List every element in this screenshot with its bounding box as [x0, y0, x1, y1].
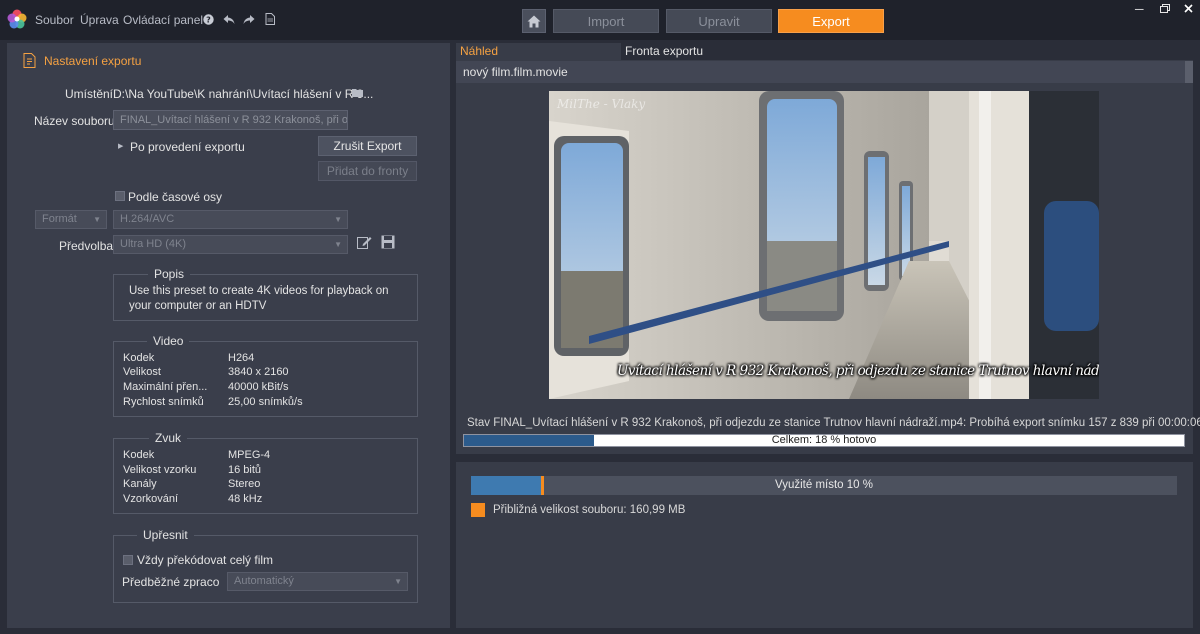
audio-channels-value: Stereo — [228, 478, 261, 490]
disk-space-bar: Využité místo 10 % — [471, 476, 1177, 495]
description-title: Popis — [148, 267, 191, 281]
disk-space-label: Využité místo 10 % — [774, 479, 873, 491]
audio-samplerate-label: Vzorkování — [123, 493, 179, 505]
app-logo-icon — [7, 9, 27, 29]
video-frame-image — [549, 91, 1099, 399]
prerender-label: Předběžné zpraco — [122, 575, 220, 589]
expand-arrow-icon[interactable]: ▶ — [118, 142, 123, 150]
video-framerate-label: Rychlost snímků — [123, 396, 204, 408]
format-select[interactable]: Formát ▼ — [35, 210, 107, 229]
refine-group — [113, 535, 418, 603]
tab-export[interactable]: Export — [778, 9, 884, 33]
export-progress-label: Celkem: 18 % hotovo — [771, 434, 877, 446]
description-text: Use this preset to create 4K videos for … — [129, 285, 389, 312]
menu-edit[interactable]: Úprava — [80, 13, 119, 27]
cancel-export-button[interactable]: Zrušit Export — [318, 136, 417, 156]
audio-codec-value: MPEG-4 — [228, 449, 271, 461]
video-bitrate-value: 40000 kBit/s — [228, 381, 289, 393]
export-settings-icon — [23, 53, 36, 68]
location-value: D:\Na YouTube\K nahrání\Uvítací hlášení … — [113, 87, 374, 101]
document-icon[interactable] — [265, 13, 275, 25]
chevron-down-icon: ▼ — [93, 215, 101, 224]
minimize-icon[interactable]: ─ — [1135, 2, 1144, 16]
video-codec-value: H264 — [228, 352, 255, 364]
prerender-select[interactable]: Automatický ▼ — [227, 572, 408, 591]
preview-panel: Náhled Fronta exportu nový film.film.mov… — [456, 43, 1200, 454]
tab-import[interactable]: Import — [553, 9, 659, 33]
tab-export-queue[interactable]: Fronta exportu — [621, 43, 1193, 60]
audio-channels-label: Kanály — [123, 478, 157, 490]
home-icon — [527, 15, 541, 27]
reencode-label: Vždy překódovat celý film — [137, 553, 274, 567]
preset-select[interactable]: Ultra HD (4K) ▼ — [113, 235, 348, 254]
format-select-value: Formát — [42, 213, 77, 225]
project-name: nový film.film.movie — [456, 61, 1193, 83]
chevron-down-icon: ▼ — [334, 215, 342, 224]
video-caption: Uvítací hlášení v R 932 Krakonoš, při od… — [617, 363, 1099, 379]
audio-codec-label: Kodek — [123, 449, 155, 461]
estimate-size-label: Přibližná velikost souboru: 160,99 MB — [493, 504, 686, 516]
video-size-value: 3840 x 2160 — [228, 366, 289, 378]
codec-select-value: H.264/AVC — [120, 213, 175, 225]
chevron-down-icon: ▼ — [334, 240, 342, 249]
home-button[interactable] — [522, 9, 546, 33]
video-codec-label: Kodek — [123, 352, 155, 364]
preset-label: Předvolba — [59, 239, 114, 253]
add-to-queue-button[interactable]: Přidat do fronty — [318, 161, 417, 181]
undo-icon[interactable] — [223, 14, 235, 25]
estimate-legend-swatch — [471, 503, 485, 517]
svg-text:?: ? — [206, 16, 211, 25]
disk-space-panel: Využité místo 10 % Přibližná velikost so… — [456, 462, 1193, 628]
audio-sample-size-value: 16 bitů — [228, 464, 262, 476]
export-progress-bar: Celkem: 18 % hotovo — [463, 434, 1185, 447]
chevron-down-icon: ▼ — [394, 577, 402, 586]
video-size-label: Velikost — [123, 366, 161, 378]
filename-label: Název souboru — [34, 114, 115, 128]
audio-samplerate-value: 48 kHz — [228, 493, 263, 505]
watermark-text: MilThe - Vlaky — [557, 97, 646, 111]
video-bitrate-label: Maximální přen... — [123, 381, 208, 393]
export-settings-title: Nastavení exportu — [44, 54, 142, 68]
title-bar: Soubor Úprava Ovládací panel ? Import Up… — [0, 0, 1200, 40]
tab-edit[interactable]: Upravit — [666, 9, 772, 33]
preset-select-value: Ultra HD (4K) — [120, 238, 187, 250]
filename-input[interactable]: FINAL_Uvítací hlášení v R 932 Krakonoš, … — [113, 110, 348, 130]
redo-icon[interactable] — [243, 14, 255, 25]
help-icon[interactable]: ? — [203, 14, 214, 25]
folder-icon[interactable] — [352, 88, 363, 97]
timeline-checkbox[interactable] — [115, 191, 125, 201]
scrollbar[interactable] — [1185, 61, 1193, 83]
menu-control-panel[interactable]: Ovládací panel — [123, 13, 203, 27]
refine-title: Upřesnit — [137, 528, 194, 542]
audio-sample-size-label: Velikost vzorku — [123, 464, 197, 476]
restore-icon[interactable] — [1160, 4, 1170, 13]
after-export-label[interactable]: Po provedení exportu — [130, 140, 245, 154]
save-preset-icon[interactable] — [381, 235, 395, 249]
close-icon[interactable] — [1184, 4, 1193, 13]
location-label: Umístění — [65, 87, 114, 101]
codec-select[interactable]: H.264/AVC ▼ — [113, 210, 348, 229]
tab-preview[interactable]: Náhled — [456, 43, 621, 60]
prerender-select-value: Automatický — [234, 575, 294, 587]
video-framerate-value: 25,00 snímků/s — [228, 396, 303, 408]
menu-file[interactable]: Soubor — [35, 13, 74, 27]
export-settings-panel: Nastavení exportu Umístění D:\Na YouTube… — [7, 43, 450, 628]
video-title: Video — [147, 334, 190, 348]
export-status-text: Stav FINAL_Uvítací hlášení v R 932 Krako… — [467, 417, 1200, 429]
video-preview: MilThe - Vlaky Uvítací hlášení v R 932 K… — [549, 91, 1099, 399]
edit-preset-icon[interactable] — [357, 235, 372, 249]
audio-title: Zvuk — [149, 431, 188, 445]
reencode-checkbox[interactable] — [123, 555, 133, 565]
timeline-checkbox-label: Podle časové osy — [128, 190, 223, 204]
